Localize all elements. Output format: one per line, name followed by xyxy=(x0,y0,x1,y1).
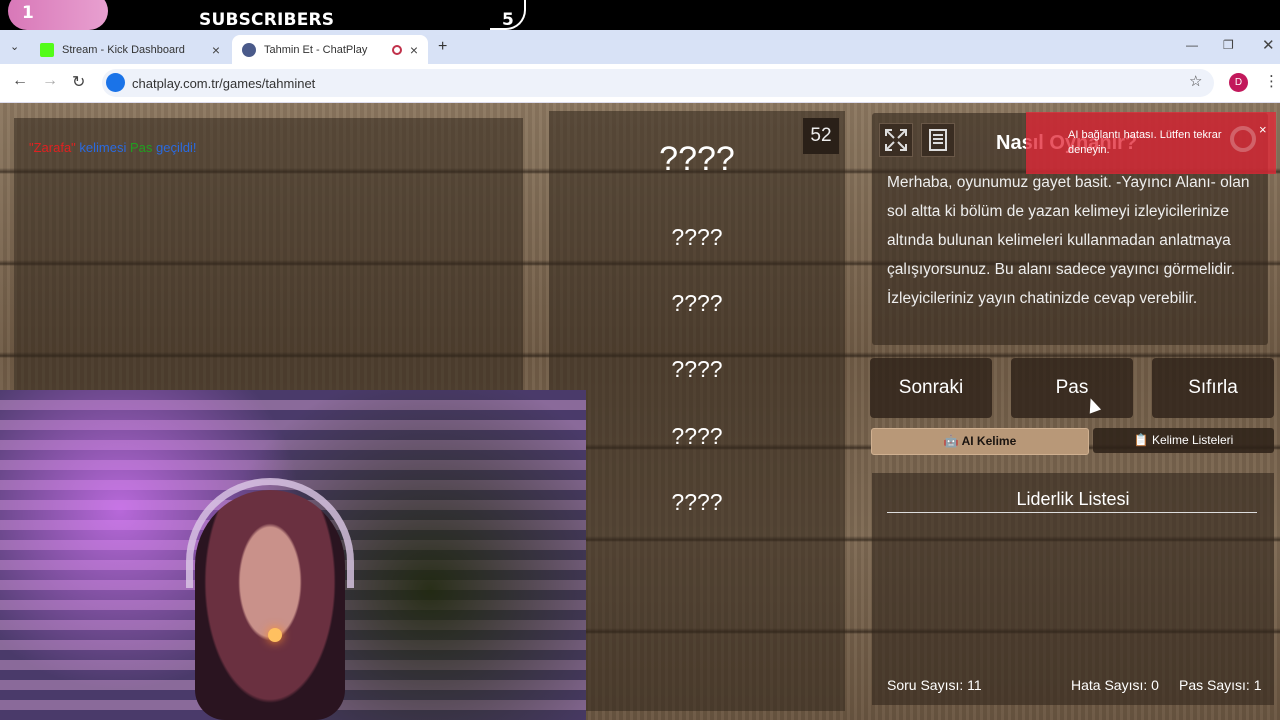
subscribers-label: SUBSCRIBERS xyxy=(199,10,335,30)
ai-word-button[interactable]: 🤖 AI Kelime xyxy=(871,428,1089,455)
pass-count: Pas Sayısı: 1 xyxy=(1179,677,1262,693)
subscriber-pill: 1 xyxy=(8,0,108,30)
stream-overlay-bar xyxy=(0,0,1280,30)
document-icon[interactable] xyxy=(921,123,955,157)
chatplay-favicon-icon xyxy=(242,42,256,57)
question-count: Soru Sayısı: 11 xyxy=(887,677,982,693)
subscriber-count: 5 xyxy=(502,10,514,30)
chat-message: "Zarafa" kelimesi Pas geçildi! xyxy=(29,140,196,155)
subscriber-left-number: 1 xyxy=(22,3,34,23)
error-toast-message: AI bağlantı hatası. Lütfen tekrar deneyi… xyxy=(1068,129,1222,156)
main-word: ???? xyxy=(659,140,735,178)
word-lists-button[interactable]: 📋 Kelime Listeleri xyxy=(1093,428,1274,453)
bookmark-star-icon[interactable]: ☆ xyxy=(1189,72,1202,90)
chat-pass: Pas xyxy=(130,140,153,155)
chat-word: "Zarafa" xyxy=(29,140,76,155)
forbidden-word: ???? xyxy=(671,356,723,382)
next-button[interactable]: Sonraki xyxy=(870,358,992,418)
recording-icon xyxy=(391,44,402,55)
chat-text: geçildi! xyxy=(152,140,197,155)
leaderboard-title: Liderlik Listesi xyxy=(1016,489,1130,509)
new-tab-icon[interactable]: + xyxy=(438,38,447,56)
close-icon[interactable]: × xyxy=(1259,122,1267,137)
close-tab-icon[interactable]: × xyxy=(410,42,418,58)
back-icon[interactable]: ← xyxy=(12,72,28,90)
close-tab-icon[interactable]: × xyxy=(212,42,220,58)
leaderboard-divider xyxy=(887,512,1257,513)
forbidden-word: ???? xyxy=(671,489,723,515)
kick-favicon-icon xyxy=(40,42,54,57)
fullscreen-icon[interactable] xyxy=(879,123,913,157)
profile-avatar[interactable]: D xyxy=(1229,73,1248,92)
pass-button[interactable]: Pas xyxy=(1011,358,1133,418)
tab-title: Tahmin Et - ChatPlay xyxy=(264,43,368,56)
how-to-play-text: Merhaba, oyunumuz gayet basit. -Yayıncı … xyxy=(887,174,1250,307)
url-text[interactable]: chatplay.com.tr/games/tahminet xyxy=(132,76,315,91)
minimize-icon[interactable]: — xyxy=(1186,38,1198,52)
tab-title: Stream - Kick Dashboard xyxy=(62,43,185,56)
close-window-icon[interactable]: ✕ xyxy=(1262,36,1275,54)
word-panel xyxy=(549,111,845,711)
chat-text: kelimesi xyxy=(75,140,130,155)
forbidden-word: ???? xyxy=(671,290,723,316)
forward-icon[interactable]: → xyxy=(42,72,58,90)
error-count: Hata Sayısı: 0 xyxy=(1071,677,1159,693)
site-info-icon[interactable] xyxy=(106,73,125,92)
restore-icon[interactable]: ❐ xyxy=(1223,38,1234,52)
chat-panel xyxy=(14,118,523,390)
microphone-light xyxy=(268,628,282,642)
browser-menu-icon[interactable]: ⋮ xyxy=(1264,72,1279,90)
forbidden-word: ???? xyxy=(671,224,723,250)
tab-kick-dashboard[interactable]: Stream - Kick Dashboard × xyxy=(30,35,230,64)
reload-icon[interactable]: ↻ xyxy=(72,72,85,92)
tab-list-dropdown-icon[interactable]: ⌄ xyxy=(10,40,19,53)
reset-button[interactable]: Sıfırla xyxy=(1152,358,1274,418)
forbidden-word: ???? xyxy=(671,423,723,449)
tab-tahmin-et[interactable]: Tahmin Et - ChatPlay × xyxy=(232,35,428,64)
